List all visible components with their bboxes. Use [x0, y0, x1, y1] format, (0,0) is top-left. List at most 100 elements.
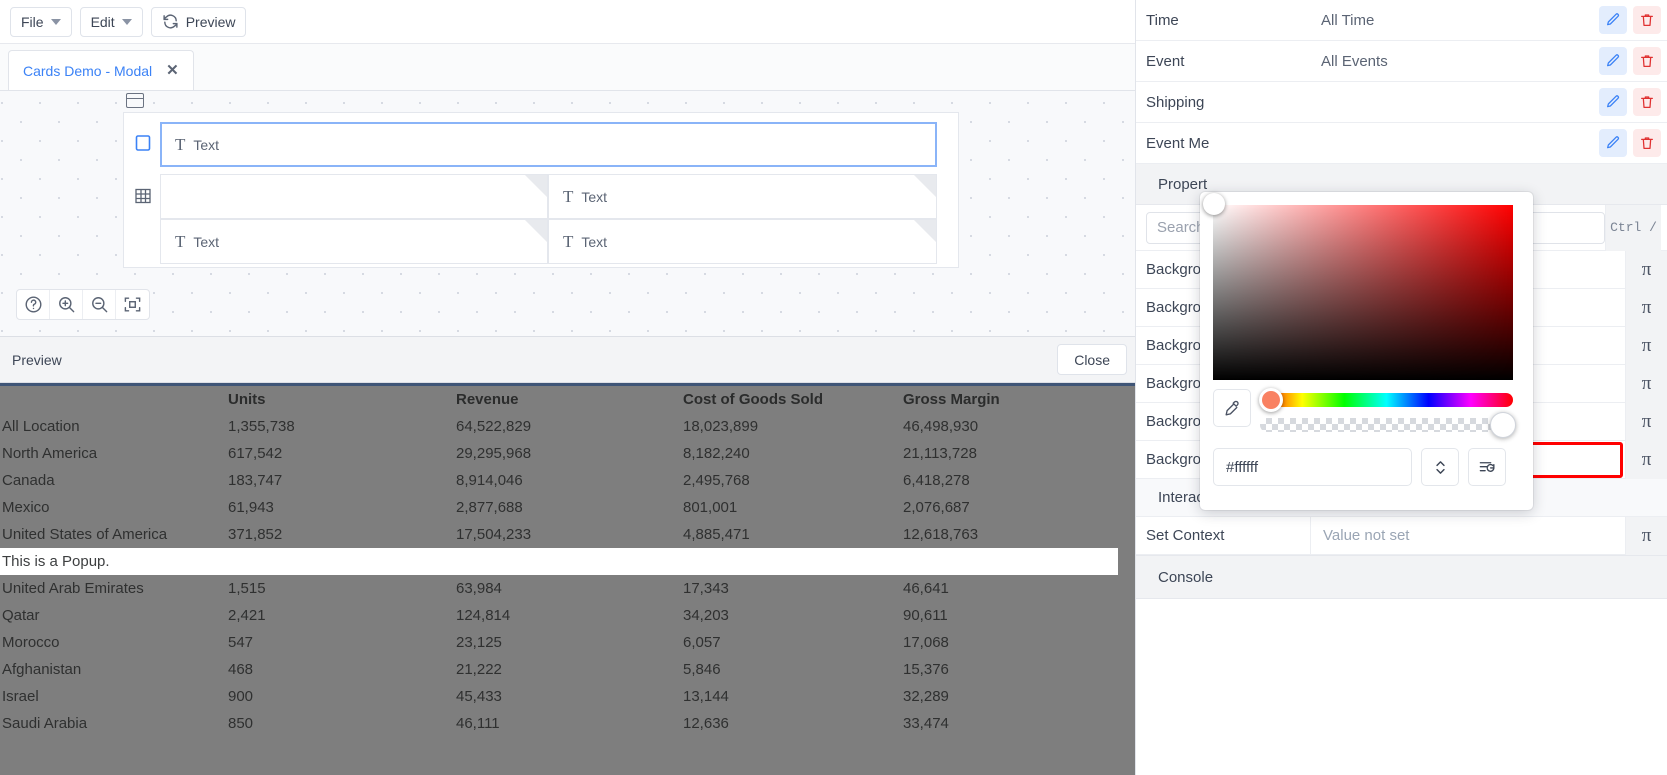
preview-header: Preview Close — [0, 336, 1135, 383]
table-cell: 17,504,233 — [456, 521, 683, 548]
alpha-slider[interactable] — [1260, 418, 1513, 432]
alpha-slider-handle[interactable] — [1490, 412, 1516, 438]
table-cell: 2,421 — [228, 602, 456, 629]
table-cell: 1,515 — [228, 575, 456, 602]
formula-icon[interactable]: π — [1625, 365, 1667, 403]
zoom-in-button[interactable] — [50, 290, 83, 319]
table-cell: Saudi Arabia — [0, 710, 228, 737]
console-header[interactable]: Console — [1136, 555, 1667, 599]
table-cell: 46,498,930 — [903, 413, 1118, 440]
context-row[interactable]: Time All Time — [1136, 0, 1667, 41]
saturation-handle[interactable] — [1203, 193, 1225, 215]
canvas-text-widget-bottom-right[interactable]: T Text — [548, 219, 937, 264]
preview-button[interactable]: Preview — [151, 7, 247, 37]
property-row[interactable]: Set Context Value not set π — [1136, 517, 1667, 555]
card-handle-icon[interactable] — [126, 93, 144, 108]
preview-body[interactable]: Units Revenue Cost of Goods Sold Gross M… — [0, 383, 1135, 775]
table-row: Saudi Arabia85046,11112,63633,474 — [0, 710, 1118, 737]
table-cell: 12,618,763 — [903, 521, 1118, 548]
table-cell: 617,542 — [228, 440, 456, 467]
canvas-text-widget-empty[interactable] — [160, 174, 548, 219]
hex-value-input[interactable] — [1213, 448, 1412, 486]
interactivity-rows: Set Context Value not set π — [1136, 517, 1667, 555]
context-row-name: Event Me — [1146, 135, 1321, 152]
eyedropper-icon[interactable] — [1213, 389, 1251, 427]
formula-icon[interactable]: π — [1625, 251, 1667, 289]
table-cell: 15,376 — [903, 656, 1118, 683]
canvas-text-widget-header[interactable]: T Text — [160, 122, 937, 167]
row-handle-icon[interactable] — [134, 134, 152, 152]
delete-icon[interactable] — [1633, 88, 1661, 116]
edit-icon[interactable] — [1599, 47, 1627, 75]
hue-slider[interactable] — [1260, 393, 1513, 407]
edit-icon[interactable] — [1599, 6, 1627, 34]
table-cell: Mexico — [0, 494, 228, 521]
edit-icon[interactable] — [1599, 129, 1627, 157]
formula-icon[interactable]: π — [1625, 517, 1667, 555]
table-cell: 6,057 — [683, 629, 903, 656]
table-row: North America617,54229,295,9688,182,2402… — [0, 440, 1118, 467]
color-picker-popover[interactable] — [1200, 192, 1533, 510]
grid-handle-icon[interactable] — [134, 187, 152, 205]
context-row[interactable]: Shipping — [1136, 82, 1667, 123]
preview-title: Preview — [12, 352, 62, 368]
column-header — [0, 386, 228, 413]
table-row: Mexico61,9432,877,688801,0012,076,687 — [0, 494, 1118, 521]
resize-corner-icon[interactable] — [525, 220, 547, 242]
table-cell: Qatar — [0, 602, 228, 629]
resize-corner-icon[interactable] — [914, 175, 936, 197]
table-cell: 801,001 — [683, 494, 903, 521]
column-header: Cost of Goods Sold — [683, 386, 903, 413]
chevron-down-icon — [51, 19, 61, 25]
edit-menu-button[interactable]: Edit — [80, 7, 143, 37]
context-row[interactable]: Event Me — [1136, 123, 1667, 164]
context-row[interactable]: Event All Events — [1136, 41, 1667, 82]
stepper-icon[interactable] — [1421, 448, 1459, 486]
context-row-name: Shipping — [1146, 94, 1321, 111]
formula-icon[interactable]: π — [1625, 441, 1667, 479]
canvas-text-widget-bottom-left[interactable]: T Text — [160, 219, 548, 264]
canvas-widget-label: Text — [193, 234, 219, 250]
close-preview-button[interactable]: Close — [1057, 344, 1127, 375]
canvas-widget-label: Text — [581, 189, 607, 205]
keyboard-shortcut-hint: Ctrl / — [1605, 205, 1661, 251]
property-value[interactable]: Value not set — [1310, 517, 1625, 555]
fit-to-screen-button[interactable] — [116, 290, 149, 319]
table-cell: 17,068 — [903, 629, 1118, 656]
card-container[interactable]: T Text T Text T Text T Text — [123, 112, 959, 268]
reset-icon[interactable] — [1468, 448, 1506, 486]
resize-corner-icon[interactable] — [525, 175, 547, 197]
close-tab-icon[interactable]: ✕ — [166, 63, 179, 78]
table-cell: 2,877,688 — [456, 494, 683, 521]
table-row: Afghanistan46821,2225,84615,376 — [0, 656, 1118, 683]
table-cell: United States of America — [0, 521, 228, 548]
delete-icon[interactable] — [1633, 129, 1661, 157]
delete-icon[interactable] — [1633, 6, 1661, 34]
resize-corner-icon[interactable] — [914, 220, 936, 242]
formula-icon[interactable]: π — [1625, 327, 1667, 365]
table-cell: North America — [0, 440, 228, 467]
table-row: This is a Popup. — [0, 548, 1118, 575]
table-cell: 46,111 — [456, 710, 683, 737]
zoom-out-button[interactable] — [83, 290, 116, 319]
document-tab[interactable]: Cards Demo - Modal ✕ — [8, 50, 194, 90]
saturation-value-area[interactable] — [1213, 205, 1513, 380]
delete-icon[interactable] — [1633, 47, 1661, 75]
table-row: Israel90045,43313,14432,289 — [0, 683, 1118, 710]
text-tool-icon: T — [563, 187, 573, 207]
help-button[interactable] — [17, 290, 50, 319]
table-cell: 13,144 — [683, 683, 903, 710]
canvas-text-widget-top-right[interactable]: T Text — [548, 174, 937, 219]
preview-table: Units Revenue Cost of Goods Sold Gross M… — [0, 386, 1118, 737]
formula-icon[interactable]: π — [1625, 403, 1667, 441]
table-cell: 64,522,829 — [456, 413, 683, 440]
context-row-value: All Time — [1321, 12, 1599, 29]
hue-slider-handle[interactable] — [1259, 388, 1283, 412]
table-cell: 6,418,278 — [903, 467, 1118, 494]
formula-icon[interactable]: π — [1625, 289, 1667, 327]
file-menu-button[interactable]: File — [10, 7, 72, 37]
properties-section-title: Propert — [1158, 176, 1207, 193]
table-header-row: Units Revenue Cost of Goods Sold Gross M… — [0, 386, 1118, 413]
edit-icon[interactable] — [1599, 88, 1627, 116]
design-canvas[interactable]: T Text T Text T Text T Text — [0, 91, 1135, 336]
